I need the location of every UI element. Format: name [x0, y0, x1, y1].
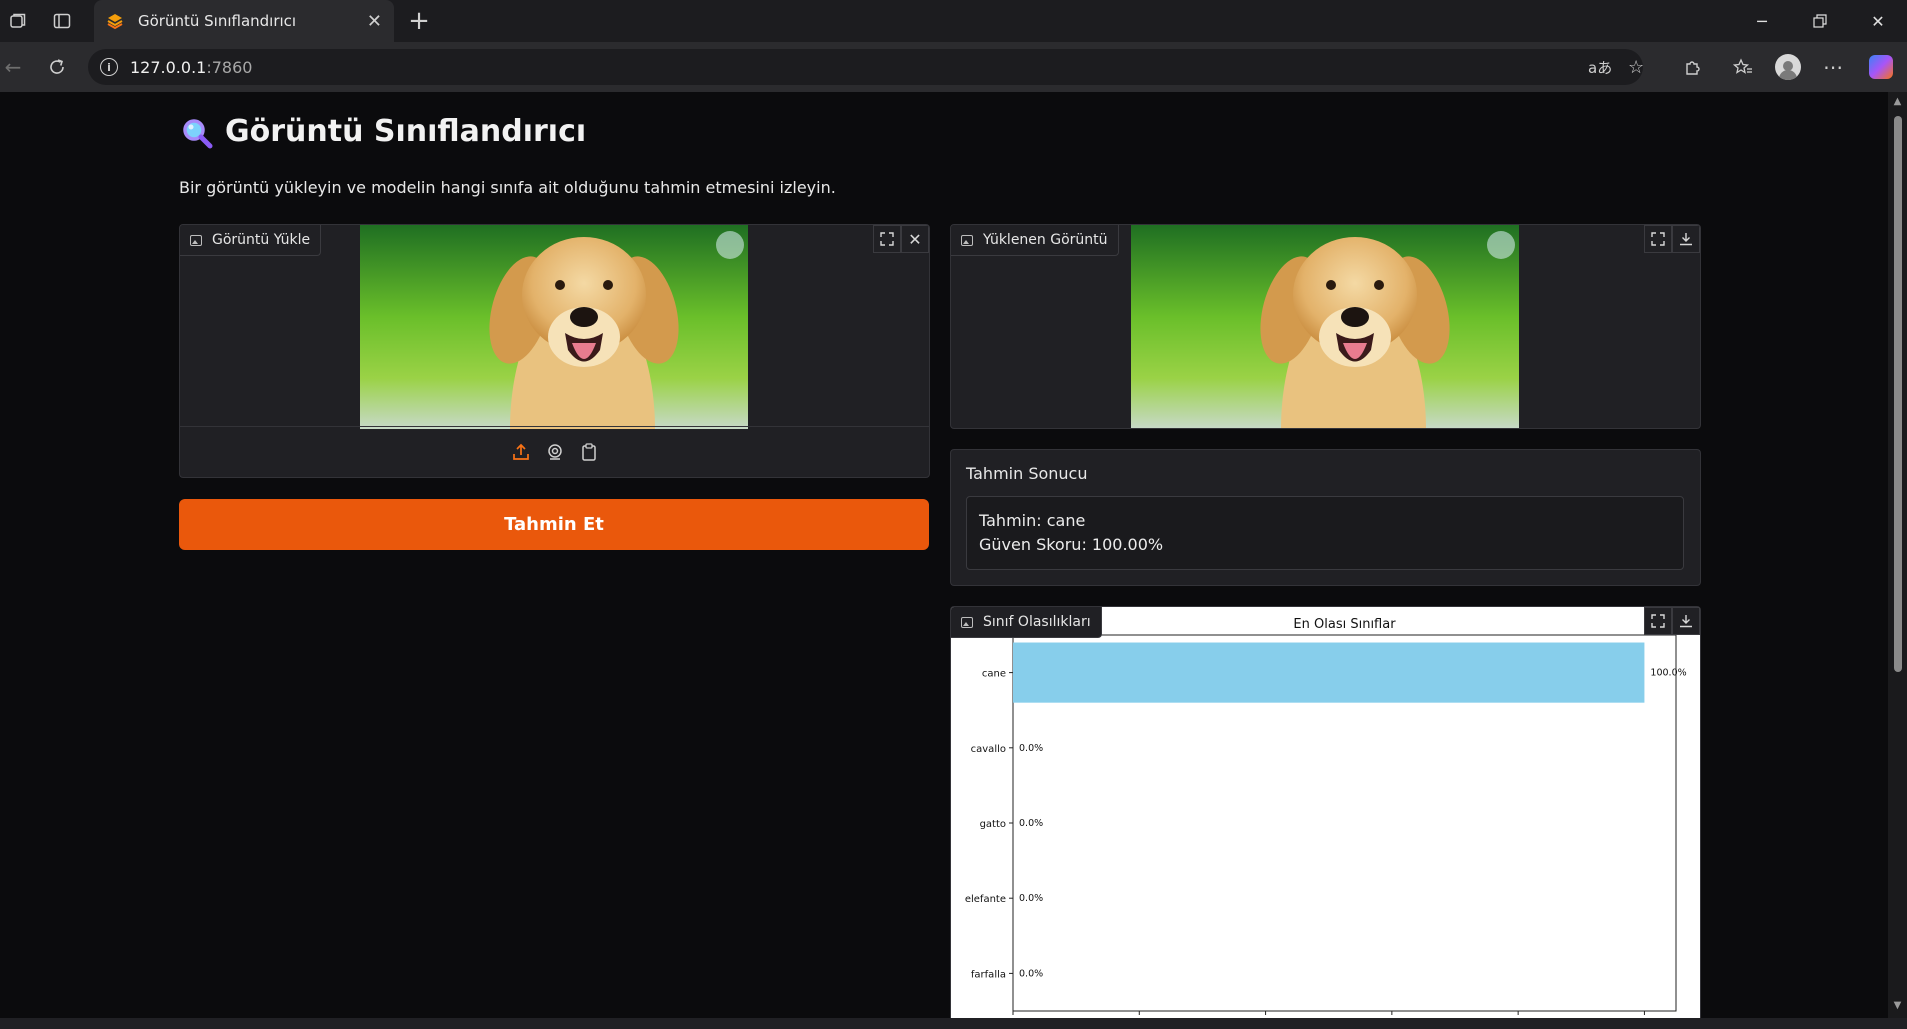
tab-close-icon[interactable]: ✕ — [367, 11, 382, 32]
page-scrollbar[interactable]: ▲ ▼ — [1888, 92, 1907, 1018]
fullscreen-icon[interactable] — [873, 225, 901, 253]
upload-source-toolbar — [180, 426, 929, 477]
upload-image-panel[interactable]: Görüntü Yükle ✕ — [179, 224, 930, 478]
scrollbar-thumb[interactable] — [1894, 116, 1902, 672]
bar-value-label: 100.0% — [1650, 668, 1686, 679]
image-icon — [961, 616, 973, 628]
page-title-text: Görüntü Sınıflandırıcı — [225, 114, 587, 149]
minimize-button[interactable]: ─ — [1733, 0, 1791, 42]
url-text[interactable]: 127.0.0.1:7860 — [130, 58, 252, 77]
uploaded-dog-image — [360, 225, 748, 429]
clear-image-icon[interactable]: ✕ — [901, 225, 929, 253]
download-icon[interactable] — [1672, 225, 1700, 253]
y-tick-label: cane — [982, 669, 1006, 680]
bar-value-label: 0.0% — [1019, 968, 1043, 979]
image-icon — [961, 234, 973, 246]
scroll-down-arrow[interactable]: ▼ — [1892, 1000, 1903, 1011]
result-textbox[interactable]: Tahmin: cane Güven Skoru: 100.00% — [966, 496, 1684, 570]
vertical-tabs-icon[interactable] — [44, 3, 80, 39]
browser-tab-bar: Görüntü Sınıflandırıcı ✕ + ─ ✕ — [0, 0, 1907, 42]
site-info-icon[interactable]: i — [100, 58, 118, 76]
url-bar[interactable]: i 127.0.0.1:7860 aあ ☆ — [88, 49, 1644, 85]
clipboard-icon[interactable] — [579, 442, 599, 462]
y-tick-label: cavallo — [971, 744, 1006, 755]
more-options-icon[interactable]: ⋯ — [1816, 50, 1850, 84]
y-tick-label: elefante — [965, 894, 1006, 905]
confidence-line: Güven Skoru: 100.00% — [979, 535, 1164, 554]
page-content: Görüntü Sınıflandırıcı Bir görüntü yükle… — [0, 92, 1888, 1018]
uploaded-image-panel: Yüklenen Görüntü — [950, 224, 1701, 429]
magnifier-icon — [181, 117, 213, 148]
result-title: Tahmin Sonucu — [966, 464, 1088, 483]
workspaces-icon[interactable] — [0, 3, 36, 39]
upload-icon[interactable] — [511, 442, 531, 462]
bar-cane — [1013, 642, 1645, 703]
probabilities-panel-label: Sınıf Olasılıkları — [951, 607, 1102, 638]
favorites-icon[interactable] — [1726, 50, 1760, 84]
upload-panel-label: Görüntü Yükle — [180, 225, 322, 256]
taskbar-strip — [0, 1018, 1907, 1029]
scroll-up-arrow[interactable]: ▲ — [1892, 96, 1903, 107]
favorite-star-icon[interactable]: ☆ — [1628, 49, 1644, 85]
back-icon[interactable]: ← — [0, 50, 30, 84]
bar-value-label: 0.0% — [1019, 743, 1043, 754]
prediction-line: Tahmin: cane — [979, 511, 1086, 530]
profile-avatar[interactable] — [1771, 50, 1805, 84]
address-bar-row: ← i 127.0.0.1:7860 aあ ☆ ⋯ — [0, 42, 1907, 92]
gradio-favicon-icon — [106, 12, 124, 30]
browser-tab-active[interactable]: Görüntü Sınıflandırıcı ✕ — [94, 0, 394, 42]
reload-icon[interactable] — [40, 50, 74, 84]
bar-value-label: 0.0% — [1019, 893, 1043, 904]
fullscreen-icon[interactable] — [1644, 607, 1672, 635]
chart-title: En Olası Sınıflar — [1293, 617, 1396, 632]
read-aloud-icon[interactable]: aあ — [1588, 49, 1612, 85]
probability-chart: En Olası Sınıflar cane 100.0% cavallo 0.0% ga… — [951, 607, 1700, 1018]
restore-button[interactable] — [1791, 0, 1849, 42]
bar-chart-svg: En Olası Sınıflar cane 100.0% cavallo 0.0% ga… — [965, 617, 1687, 1015]
bar-value-label: 0.0% — [1019, 818, 1043, 829]
copilot-icon[interactable] — [1864, 50, 1898, 84]
preview-dog-image — [1131, 225, 1519, 428]
y-tick-label: farfalla — [971, 969, 1006, 980]
webcam-icon[interactable] — [545, 442, 565, 462]
page-subtitle: Bir görüntü yükleyin ve modelin hangi sı… — [179, 178, 836, 197]
preview-panel-label: Yüklenen Görüntü — [951, 225, 1119, 256]
tab-title: Görüntü Sınıflandırıcı — [138, 12, 297, 30]
class-probabilities-panel: En Olası Sınıflar cane 100.0% cavallo 0.0% ga… — [950, 606, 1701, 1018]
extensions-icon[interactable] — [1676, 50, 1710, 84]
image-icon — [190, 234, 202, 246]
y-tick-label: gatto — [980, 819, 1006, 830]
prediction-result-panel: Tahmin Sonucu Tahmin: cane Güven Skoru: … — [950, 449, 1701, 586]
close-window-button[interactable]: ✕ — [1849, 0, 1907, 42]
new-tab-button[interactable]: + — [402, 4, 436, 38]
page-title: Görüntü Sınıflandırıcı — [181, 114, 586, 149]
download-icon[interactable] — [1672, 607, 1700, 635]
fullscreen-icon[interactable] — [1644, 225, 1672, 253]
predict-button[interactable]: Tahmin Et — [179, 499, 929, 550]
